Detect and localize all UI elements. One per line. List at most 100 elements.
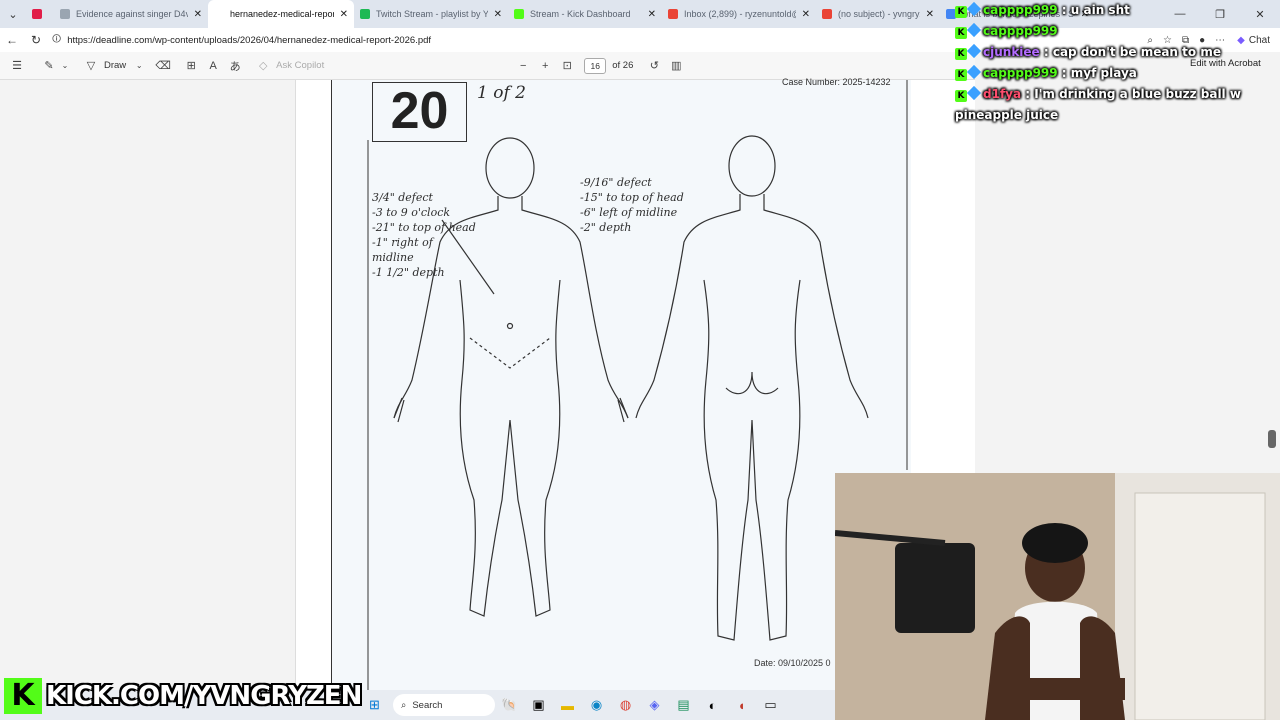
browser-tab[interactable]: Twitch Stream - playlist by Yvng ✕ — [354, 0, 508, 28]
scanned-body-diagram: 20 1 of 2 Case Number: 2025-14232 3/4" d… — [331, 77, 911, 690]
draw-label[interactable]: Draw — [104, 60, 126, 71]
tab-close-icon[interactable]: ✕ — [494, 9, 502, 20]
browser-tab[interactable]: (no subject) - yvngryzenbusine ✕ — [816, 0, 940, 28]
kick-logo: K — [4, 678, 42, 714]
browser-tab[interactable]: Inbox (2,899) - ryzenuntold@gm ✕ — [662, 0, 816, 28]
chat-message: Kcapppp999 : u ain sht — [955, 0, 1280, 21]
back-figure-outline — [635, 135, 869, 641]
kick-badge-icon: K — [955, 48, 967, 60]
tab-favicon-icon — [32, 9, 42, 19]
subscriber-badge-icon — [966, 64, 982, 80]
tab-favicon-icon — [360, 9, 370, 19]
browser-tab[interactable]: ✕ — [26, 0, 54, 28]
taskbar-search[interactable]: ⌕ Search — [393, 694, 495, 716]
chat-message: Kd1fya : I'm drinking a blue buzz ball w… — [955, 84, 1280, 126]
tab-favicon-icon — [668, 9, 678, 19]
tab-close-icon[interactable]: ✕ — [340, 9, 348, 20]
url-field[interactable]: 🛈 https://deadline.com/wp-content/upload… — [48, 30, 975, 50]
tab-title: (no subject) - yvngryzenbusine — [838, 9, 920, 19]
browser-tab[interactable]: hernanedez-medical-report-202 ✕ — [208, 0, 354, 28]
page-view-icon[interactable]: ▥ — [665, 59, 687, 72]
chat-message-text: u ain sht — [1070, 3, 1130, 17]
tab-favicon-icon — [60, 9, 70, 19]
subscriber-badge-icon — [966, 22, 982, 38]
subscriber-badge-icon — [966, 85, 982, 101]
url-text: https://deadline.com/wp-content/uploads/… — [67, 34, 432, 46]
file-explorer-icon[interactable]: ▬ — [553, 694, 582, 716]
chat-message-text: myf playa — [1070, 66, 1137, 80]
page-total: of 26 — [612, 60, 634, 71]
back-arrow-icon[interactable]: ← — [0, 33, 24, 47]
tab-title: Inbox (2,899) - ryzenuntold@gm — [684, 9, 796, 19]
taskbar-search-label: Search — [412, 699, 443, 711]
browser-tab[interactable]: Stream - Kick Dashboard ✕ — [508, 0, 662, 28]
translate-icon[interactable]: あ — [224, 58, 246, 74]
chat-separator: : — [1057, 66, 1071, 80]
site-info-icon[interactable]: 🛈 — [52, 32, 61, 48]
refresh-icon[interactable]: ↻ — [24, 33, 48, 47]
kick-badge-icon: K — [955, 90, 967, 102]
rotate-icon[interactable]: ↺ — [643, 59, 665, 72]
tab-title: Stream - Kick Dashboard — [530, 9, 631, 19]
tab-close-icon[interactable]: ✕ — [648, 9, 656, 20]
kick-url-text: KICK.COM/YVNGRYZEN — [46, 681, 362, 711]
subscriber-badge-icon — [966, 1, 982, 17]
scrollbar-thumb[interactable] — [1268, 430, 1276, 448]
tab-title: hernanedez-medical-report-202 — [230, 9, 334, 19]
streaming-app-icon[interactable]: ▭ — [756, 694, 785, 716]
chat-username[interactable]: cjunkiee — [983, 45, 1040, 59]
kick-badge-icon: K — [955, 27, 967, 39]
chat-username[interactable]: d1fya — [983, 87, 1021, 101]
kick-url-banner: K KICK.COM/YVNGRYZEN — [4, 676, 362, 716]
widgets-icon[interactable]: 🐚 — [495, 694, 524, 716]
task-view-icon[interactable]: ▣ — [524, 694, 553, 716]
chat-separator: : — [1057, 3, 1071, 17]
tab-title: Twitch Stream - playlist by Yvng — [376, 9, 488, 19]
stream-chat-overlay: Kcapppp999 : u ain sht Kcapppp999 Kcjunkie… — [955, 0, 1280, 140]
tab-title: Evidence against singer D4vd in — [76, 9, 188, 19]
draw-chevron-icon[interactable]: ⌄ — [134, 61, 144, 70]
chat-message-text: cap don't be mean to me — [1052, 45, 1221, 59]
obs-icon[interactable]: ◐ — [698, 694, 727, 716]
browser-tab[interactable]: Evidence against singer D4vd in ✕ — [54, 0, 208, 28]
highlight-icon[interactable]: ✎ — [38, 59, 60, 72]
zoom-in-icon[interactable]: + — [534, 60, 556, 72]
chat-username[interactable]: capppp999 — [983, 24, 1058, 38]
fit-page-icon[interactable]: ⊡ — [556, 59, 578, 72]
zoom-out-icon[interactable]: − — [512, 60, 534, 72]
tab-list-chevron-icon[interactable]: ⌄ — [0, 0, 26, 28]
address-bar: ← ↻ 🛈 https://deadline.com/wp-content/up… — [0, 28, 975, 52]
read-aloud-icon[interactable]: A — [202, 60, 224, 72]
pdf-viewer[interactable]: 20 1 of 2 Case Number: 2025-14232 3/4" d… — [0, 77, 975, 690]
kick-badge-icon: K — [955, 6, 967, 18]
chat-separator: : — [1021, 87, 1035, 101]
webcam-scene — [835, 473, 1280, 720]
chat-separator: : — [1039, 45, 1053, 59]
windows-start-icon[interactable]: ⊞ — [360, 694, 389, 716]
eraser-icon[interactable]: ⌫ — [152, 59, 174, 72]
webcam-feed — [835, 473, 1280, 720]
tab-close-icon[interactable]: ✕ — [802, 9, 810, 20]
contents-list-icon[interactable]: ☰ — [6, 59, 28, 72]
body-outline-drawing — [367, 80, 908, 690]
draw-icon[interactable]: ▽ — [80, 59, 102, 72]
text-box-icon[interactable]: ⊞ — [180, 59, 202, 72]
app-icon[interactable]: ▤ — [669, 694, 698, 716]
edge-icon[interactable]: ◉ — [582, 694, 611, 716]
tab-close-icon[interactable]: ✕ — [926, 9, 934, 20]
chrome-icon[interactable]: ◍ — [611, 694, 640, 716]
tab-favicon-icon — [214, 9, 224, 19]
ask-copilot-button[interactable]: Ask Copilot — [276, 60, 324, 71]
copilot-small-icon[interactable]: ◇ — [252, 59, 274, 72]
front-figure-outline — [393, 137, 629, 617]
subscriber-badge-icon — [966, 43, 982, 59]
tab-favicon-icon — [514, 9, 524, 19]
discord-icon[interactable]: ◈ — [640, 694, 669, 716]
chat-username[interactable]: capppp999 — [983, 3, 1058, 17]
highlight-chevron-icon[interactable]: ⌄ — [60, 61, 70, 70]
audio-app-icon[interactable]: ◖ — [727, 694, 756, 716]
tab-close-icon[interactable]: ✕ — [194, 9, 202, 20]
chat-username[interactable]: capppp999 — [983, 66, 1058, 80]
kick-badge-icon: K — [955, 69, 967, 81]
page-number-input[interactable]: 16 — [584, 57, 607, 74]
